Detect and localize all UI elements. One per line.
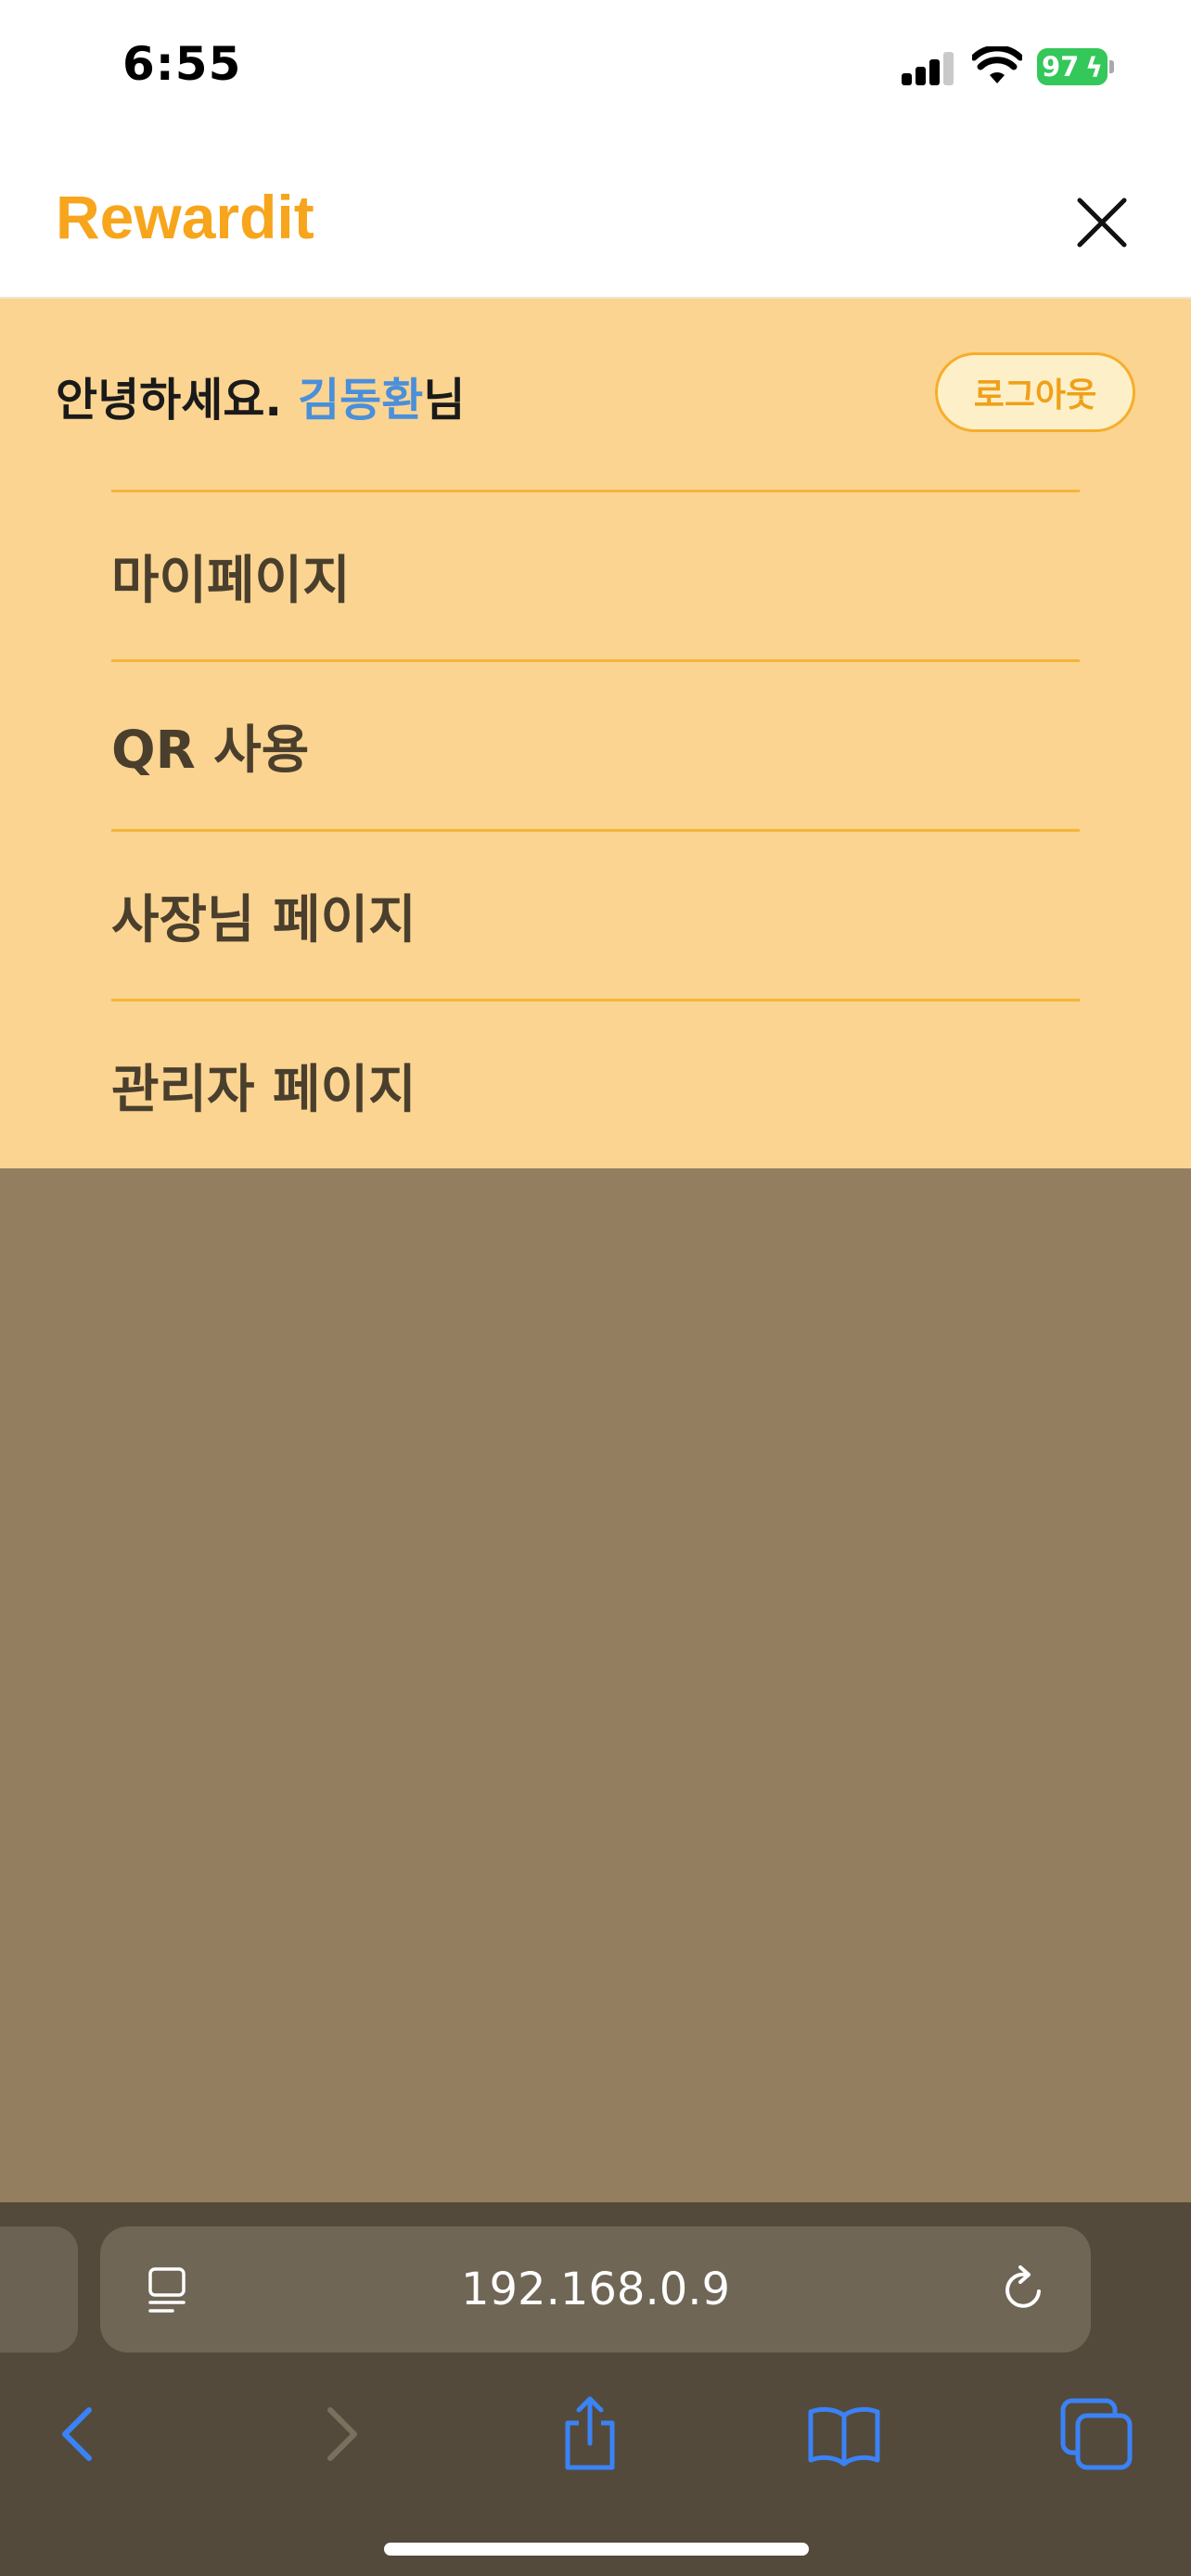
logout-button[interactable]: 로그아웃: [935, 352, 1135, 432]
menu-item-qr-use[interactable]: QR 사용: [111, 659, 1080, 829]
status-time: 6:55: [122, 37, 242, 91]
app-logo[interactable]: Rewardit: [56, 182, 314, 252]
url-text[interactable]: 192.168.0.9: [100, 2226, 1091, 2353]
browser-toolbar: [0, 2388, 1191, 2499]
menu-item-owner-page[interactable]: 사장님 페이지: [111, 829, 1080, 999]
page: 6:55 97 ϟ Rewardit 안녕하세요. 김동환님 로그아웃 마이페이…: [0, 0, 1191, 2576]
home-indicator: [384, 2543, 809, 2556]
status-bar: 6:55 97 ϟ: [0, 0, 1191, 139]
menu-item-mypage[interactable]: 마이페이지: [111, 490, 1080, 659]
forward-icon[interactable]: [293, 2388, 386, 2480]
user-name: 김동환: [298, 374, 424, 427]
greeting-prefix: 안녕하세요.: [56, 374, 299, 427]
wifi-icon: [972, 46, 1022, 83]
menu-panel: 안녕하세요. 김동환님 로그아웃 마이페이지 QR 사용 사장님 페이지 관리자…: [0, 299, 1191, 1168]
address-bar[interactable]: 192.168.0.9: [100, 2226, 1091, 2353]
greeting: 안녕하세요. 김동환님: [56, 363, 465, 429]
menu-item-admin-page[interactable]: 관리자 페이지: [111, 999, 1080, 1168]
tabs-icon[interactable]: [1050, 2388, 1143, 2480]
cellular-signal-icon: [902, 48, 954, 85]
battery-percent: 97: [1042, 51, 1080, 83]
close-icon[interactable]: [1069, 189, 1135, 256]
menu-list: 마이페이지 QR 사용 사장님 페이지 관리자 페이지: [111, 490, 1080, 1168]
browser-bottom-bar: 192.168.0.9: [0, 2202, 1191, 2576]
reload-icon[interactable]: [998, 2264, 1050, 2315]
greeting-suffix: 님: [423, 374, 466, 427]
bookmarks-icon[interactable]: [798, 2388, 890, 2480]
share-icon[interactable]: [544, 2388, 636, 2480]
app-header: Rewardit: [0, 139, 1191, 299]
previous-tab-preview[interactable]: [0, 2226, 78, 2353]
back-icon[interactable]: [33, 2388, 126, 2480]
charging-bolt-icon: ϟ: [1085, 52, 1104, 83]
battery-icon: 97 ϟ: [1037, 48, 1115, 85]
